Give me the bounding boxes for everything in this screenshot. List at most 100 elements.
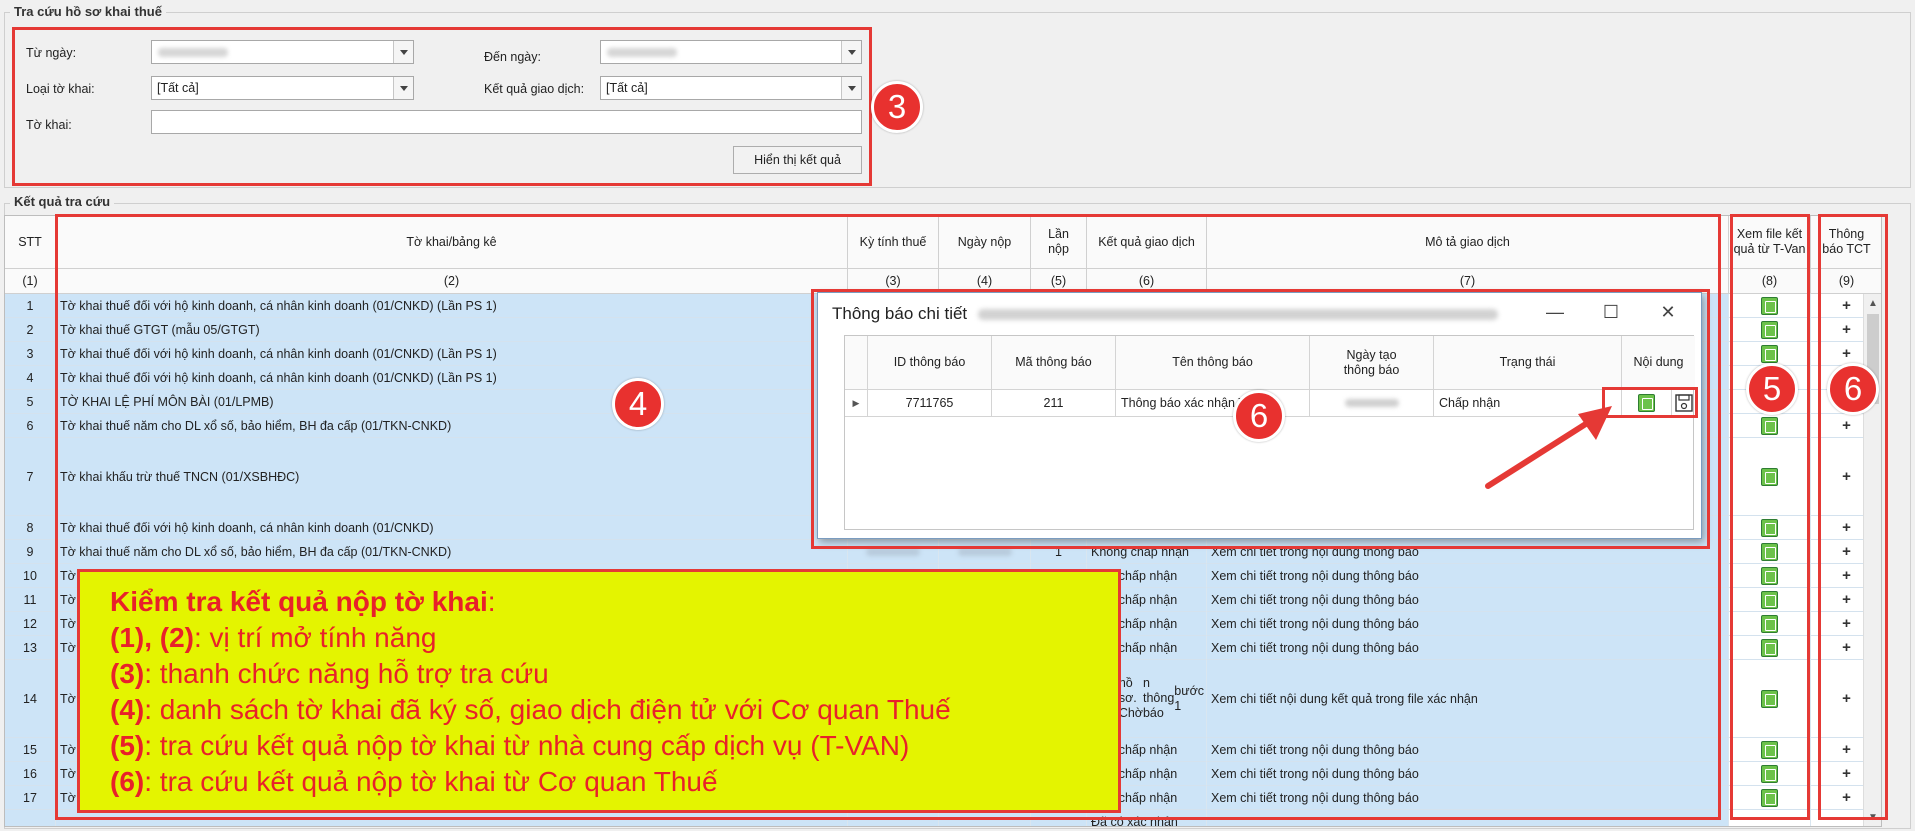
close-icon[interactable]: ✕ xyxy=(1653,299,1683,325)
dialog-header-created[interactable]: Ngày tạo thông báo xyxy=(1310,336,1434,390)
header-tct[interactable]: Thông báo TCT xyxy=(1811,216,1881,269)
file-icon xyxy=(1761,344,1778,363)
plus-icon: + xyxy=(1842,639,1851,656)
header-stt[interactable]: STT xyxy=(5,216,56,269)
notice-id: 7711765 xyxy=(868,390,992,417)
header-tx-desc[interactable]: Mô tả giao dịch xyxy=(1207,216,1729,269)
row-period xyxy=(848,540,939,564)
header-period[interactable]: Kỳ tính thuế xyxy=(848,216,939,269)
save-content-button[interactable] xyxy=(1672,390,1695,417)
dialog-header-name[interactable]: Tên thông báo xyxy=(1116,336,1310,390)
dialog-header-id[interactable]: ID thông báo xyxy=(868,336,992,390)
file-icon xyxy=(1761,764,1778,783)
badge-3: 3 xyxy=(871,81,923,133)
note-line-key: (6) xyxy=(110,766,145,797)
chevron-down-icon[interactable] xyxy=(393,77,413,99)
plus-icon: + xyxy=(1842,543,1851,560)
header-times[interactable]: Lần nộp xyxy=(1031,216,1087,269)
plus-icon: + xyxy=(1842,345,1851,362)
view-tvan-file-button[interactable] xyxy=(1729,636,1811,660)
scroll-up-icon[interactable]: ▲ xyxy=(1868,298,1878,309)
dialog-header-code[interactable]: Mã thông báo xyxy=(992,336,1116,390)
scroll-down-icon[interactable]: ▼ xyxy=(1868,812,1878,823)
view-tvan-file-button[interactable] xyxy=(1729,540,1811,564)
declaration-input[interactable] xyxy=(151,110,862,134)
to-date-picker[interactable] xyxy=(600,40,862,64)
header-tvan[interactable]: Xem file kết quả từ T-Van xyxy=(1729,216,1811,269)
from-date-label: Từ ngày: xyxy=(26,46,77,60)
row-stt: 2 xyxy=(5,318,56,342)
show-results-button[interactable]: Hiển thị kết quả xyxy=(733,146,862,174)
dialog-header-status[interactable]: Trạng thái xyxy=(1434,336,1622,390)
row-stt: 15 xyxy=(5,738,56,762)
note-line-text: : danh sách tờ khai đã ký số, giao dịch … xyxy=(144,694,951,725)
file-icon xyxy=(1761,416,1778,435)
subheader-1: (1) xyxy=(5,269,56,294)
subheader-3: (3) xyxy=(848,269,939,294)
file-icon xyxy=(1761,590,1778,609)
row-submit-date xyxy=(939,540,1031,564)
row-pointer-icon: ▶ xyxy=(845,390,868,417)
file-icon xyxy=(1761,542,1778,561)
view-tvan-file-button[interactable] xyxy=(1729,294,1811,318)
row-stt: 10 xyxy=(5,564,56,588)
results-group-title: Kết quả tra cứu xyxy=(10,194,115,209)
view-tvan-file-button[interactable] xyxy=(1729,564,1811,588)
header-tx-result[interactable]: Kết quả giao dịch xyxy=(1087,216,1207,269)
row-tx-desc: Xem chi tiết trong nội dung thông báo xyxy=(1207,540,1729,564)
row-declaration: TỜ KHAI LỆ PHÍ MÔN BÀI (01/LPMB) xyxy=(56,390,848,414)
view-tvan-file-button[interactable] xyxy=(1729,516,1811,540)
view-tvan-file-button[interactable] xyxy=(1729,438,1811,516)
row-tx-desc: Xem chi tiết trong nội dung thông báo xyxy=(1207,588,1729,612)
note-line-text: : thanh chức năng hỗ trợ tra cứu xyxy=(144,658,549,689)
row-times: 1 xyxy=(1031,540,1087,564)
view-tvan-file-button[interactable] xyxy=(1729,810,1811,826)
plus-icon: + xyxy=(1842,615,1851,632)
to-date-value xyxy=(607,48,677,57)
view-tvan-file-button[interactable] xyxy=(1729,738,1811,762)
note-line-key: (1), (2) xyxy=(110,622,194,653)
view-tvan-file-button[interactable] xyxy=(1729,588,1811,612)
from-date-picker[interactable] xyxy=(151,40,414,64)
view-tvan-file-button[interactable] xyxy=(1729,786,1811,810)
badge-6-tct: 6 xyxy=(1827,363,1879,415)
transaction-result-label: Kết quả giao dịch: xyxy=(484,82,585,96)
view-tvan-file-button[interactable] xyxy=(1729,660,1811,738)
view-tvan-file-button[interactable] xyxy=(1729,414,1811,438)
chevron-down-icon[interactable] xyxy=(393,41,413,63)
declaration-type-select[interactable]: [Tất cả] xyxy=(151,76,414,100)
plus-icon: + xyxy=(1842,417,1851,434)
excel-file-icon xyxy=(1638,394,1655,412)
subheader-5: (5) xyxy=(1031,269,1087,294)
view-tvan-file-button[interactable] xyxy=(1729,612,1811,636)
row-declaration: Tờ khai thuế GTGT (mẫu 05/GTGT) xyxy=(56,318,848,342)
dialog-header-content[interactable]: Nội dung xyxy=(1622,336,1695,390)
header-submit-date[interactable]: Ngày nộp xyxy=(939,216,1031,269)
maximize-icon[interactable]: ☐ xyxy=(1596,299,1626,325)
transaction-result-select[interactable]: [Tất cả] xyxy=(600,76,862,100)
row-declaration: Tờ khai thuế đối với hộ kinh doanh, cá n… xyxy=(56,516,848,540)
note-line: (3): thanh chức năng hỗ trợ tra cứu xyxy=(110,656,1088,692)
chevron-down-icon[interactable] xyxy=(841,41,861,63)
header-declaration[interactable]: Tờ khai/bảng kê xyxy=(56,216,848,269)
row-stt: 17 xyxy=(5,786,56,810)
row-stt: 11 xyxy=(5,588,56,612)
plus-icon: + xyxy=(1842,297,1851,314)
table-row[interactable]: 9 Tờ khai thuế năm cho DL xổ số, bảo hiểm… xyxy=(5,540,1881,564)
search-group xyxy=(4,12,1911,188)
badge-6-dialog: 6 xyxy=(1233,390,1285,442)
subheader-8: (8) xyxy=(1729,269,1811,294)
minimize-icon[interactable]: — xyxy=(1540,299,1570,325)
note-line-text: : tra cứu kết quả nộp tờ khai từ Cơ quan… xyxy=(144,766,718,797)
file-icon xyxy=(1761,320,1778,339)
subheader-2: (2) xyxy=(56,269,848,294)
declaration-type-value: [Tất cả] xyxy=(157,81,199,95)
row-declaration: Tờ khai thuế đối với hộ kinh doanh, cá n… xyxy=(56,342,848,366)
chevron-down-icon[interactable] xyxy=(841,77,861,99)
transaction-result-value: [Tất cả] xyxy=(606,81,648,95)
view-tvan-file-button[interactable] xyxy=(1729,318,1811,342)
note-line-key: (4) xyxy=(110,694,145,725)
plus-icon: + xyxy=(1842,765,1851,782)
row-stt: 14 xyxy=(5,660,56,738)
view-tvan-file-button[interactable] xyxy=(1729,762,1811,786)
